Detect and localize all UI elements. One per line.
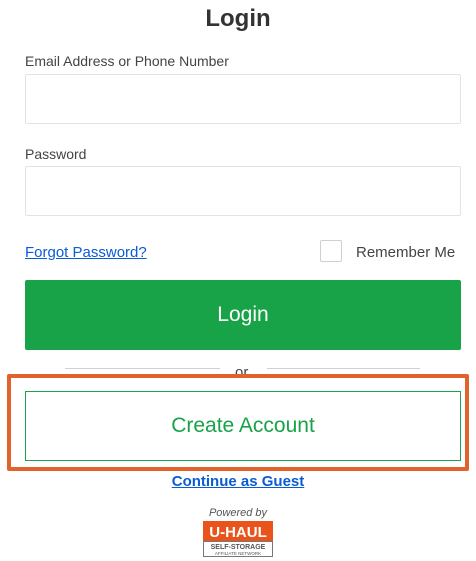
password-input[interactable]	[25, 166, 461, 216]
email-label: Email Address or Phone Number	[25, 53, 229, 69]
or-divider: or	[65, 361, 420, 375]
continue-as-guest-link[interactable]: Continue as Guest	[172, 473, 305, 490]
continue-as-guest-link-row: Continue as Guest	[0, 473, 476, 490]
uhaul-logo: U-HAUL SELF-STORAGE AFFILIATE NETWORK	[203, 521, 273, 557]
remember-me-label: Remember Me	[356, 244, 456, 261]
forgot-password-link[interactable]: Forgot Password?	[25, 244, 147, 261]
email-input[interactable]	[25, 74, 461, 124]
logo-brand: U-HAUL	[209, 524, 267, 541]
login-button[interactable]: Login	[25, 280, 461, 350]
divider-line-left	[65, 368, 220, 369]
page-title: Login	[205, 5, 271, 32]
password-label: Password	[25, 146, 87, 162]
highlight-annotation	[7, 374, 469, 471]
logo-line1: SELF-STORAGE	[211, 544, 266, 551]
powered-by-text: Powered by	[208, 507, 268, 519]
divider-line-right	[267, 368, 420, 369]
logo-line2: AFFILIATE NETWORK	[215, 551, 261, 556]
remember-me-checkbox[interactable]	[320, 240, 342, 262]
